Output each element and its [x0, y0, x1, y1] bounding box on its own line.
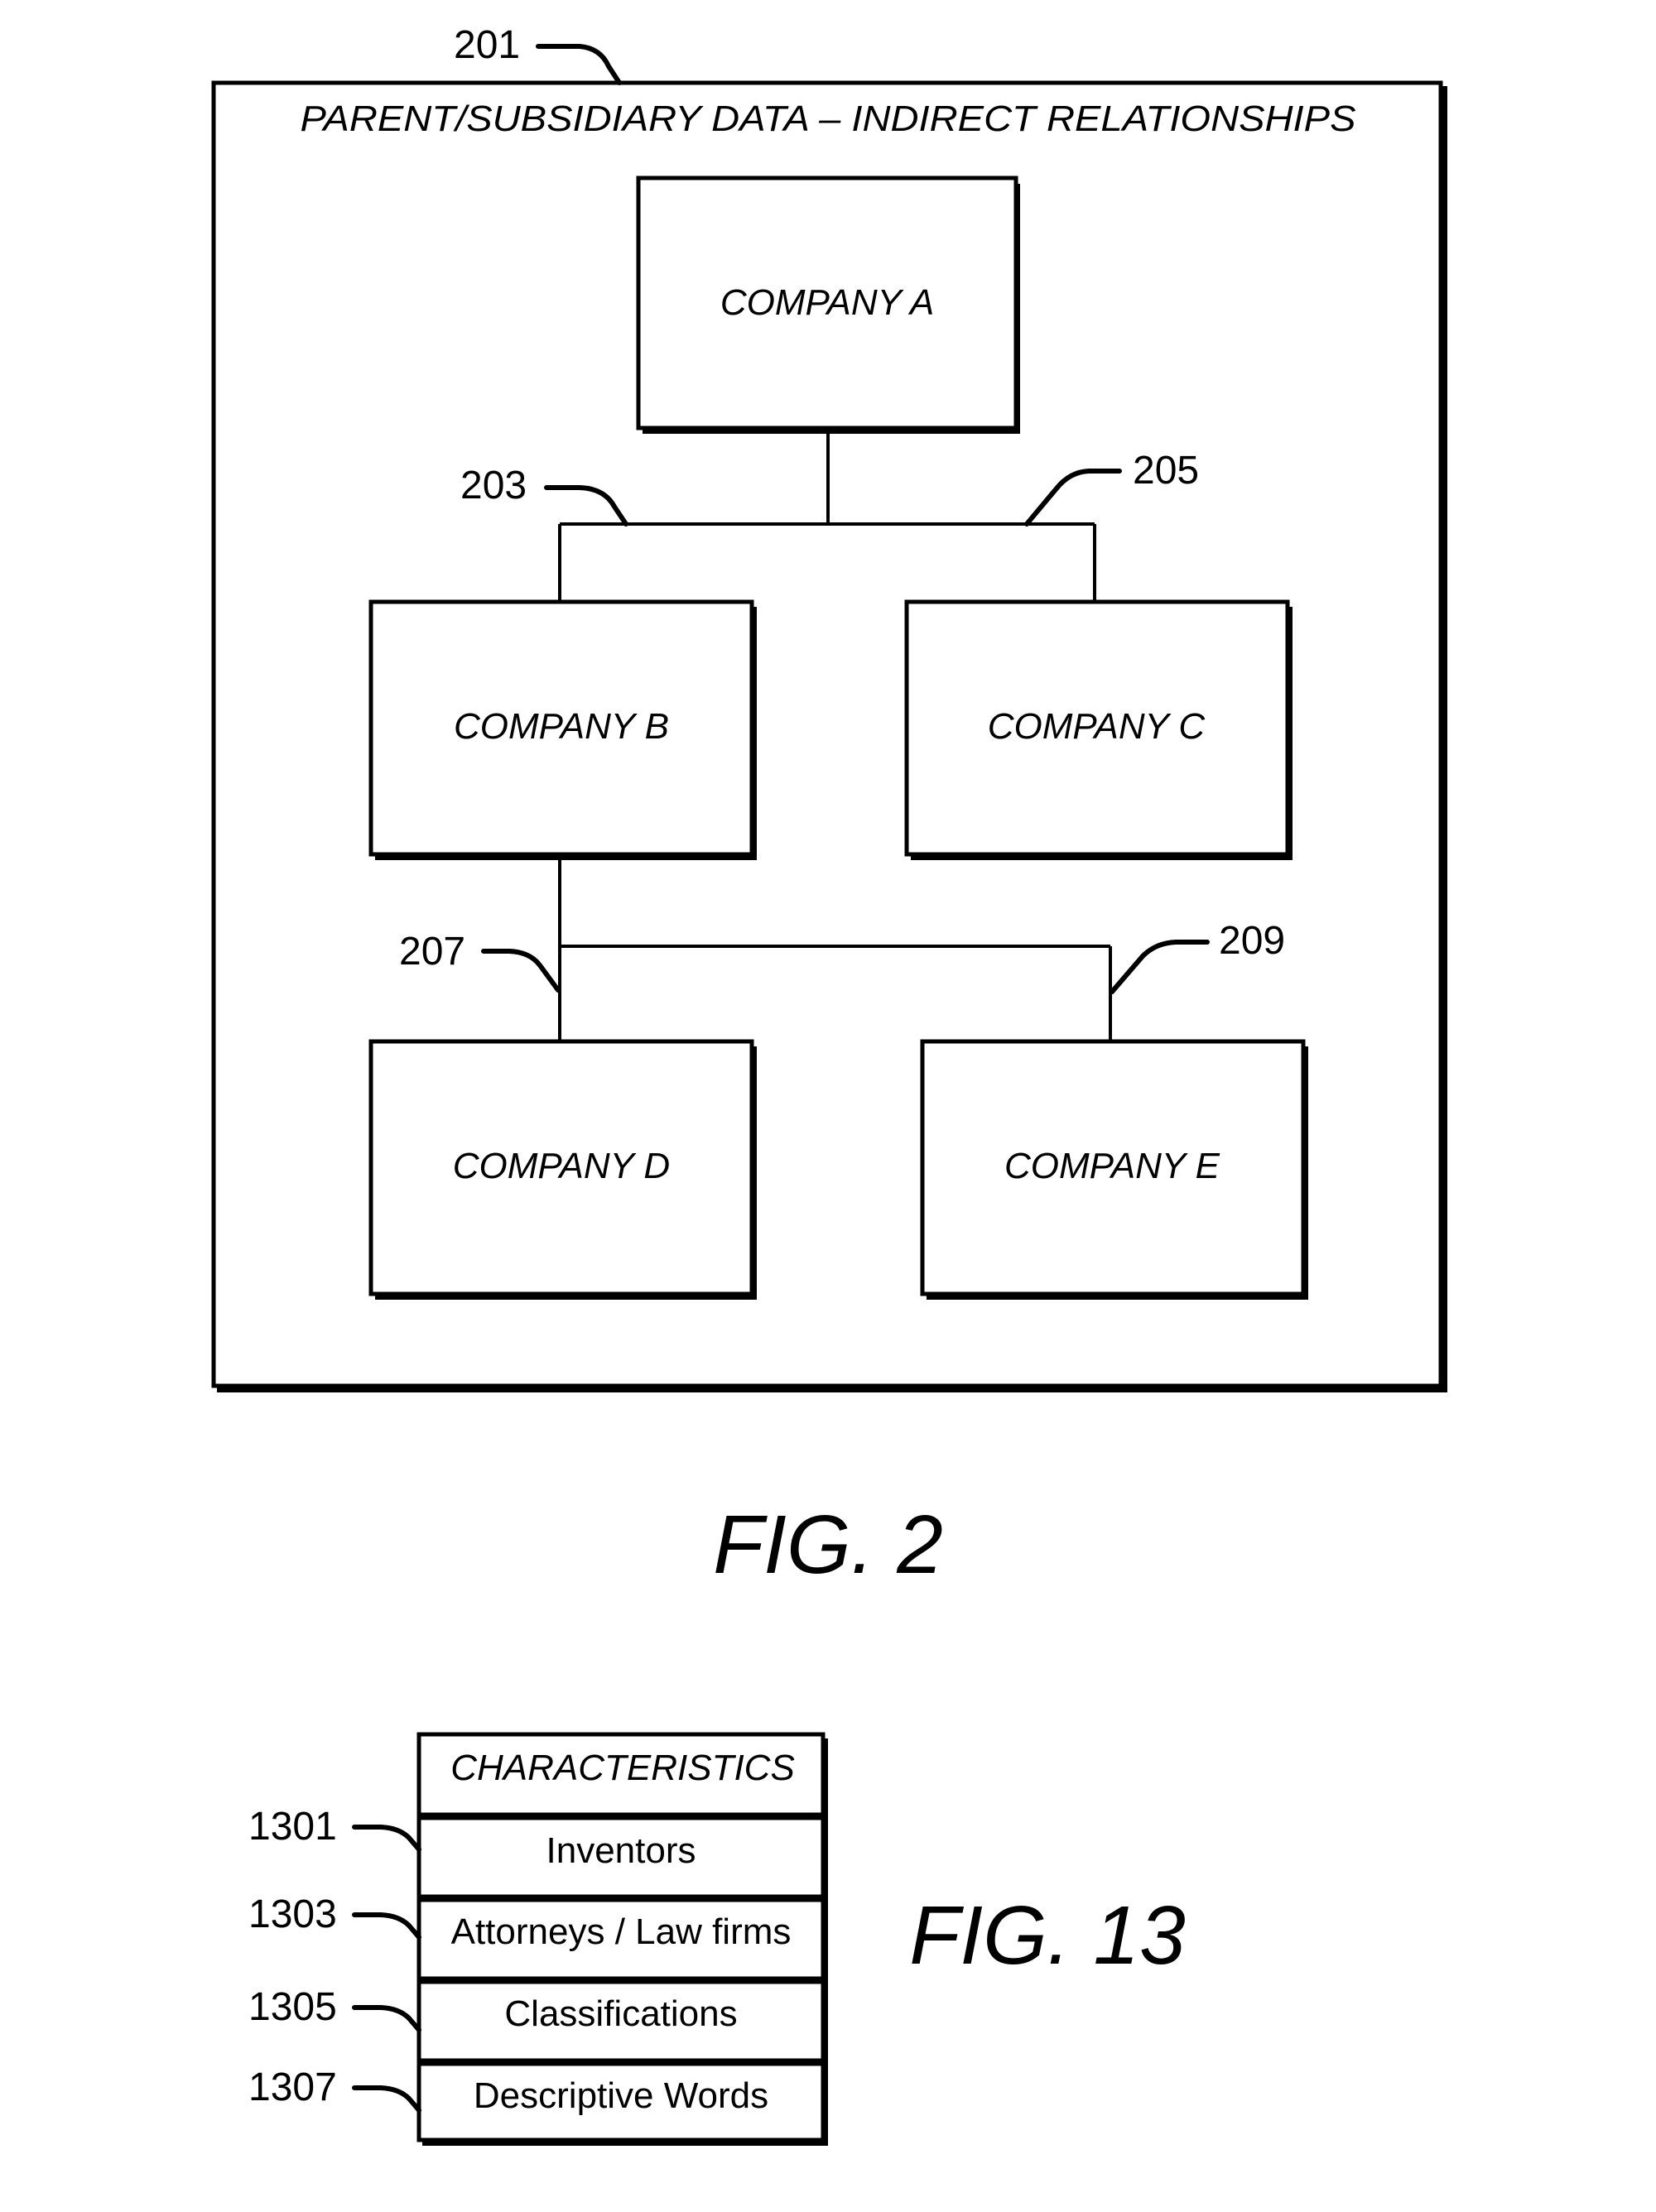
- characteristics-header: CHARACTERISTICS: [450, 1748, 795, 1788]
- leader-line-1301: [352, 1825, 421, 1852]
- row-label-inventors: Inventors: [546, 1830, 696, 1871]
- ref-label-1307: 1307: [248, 2065, 337, 2109]
- leader-line-1303: [352, 1912, 421, 1940]
- ref-label-201: 201: [454, 23, 520, 67]
- ref-label-1301: 1301: [248, 1805, 337, 1849]
- row-label-attorneys: Attorneys / Law firms: [451, 1911, 792, 1952]
- fig2-caption: FIG. 2: [713, 1498, 943, 1591]
- ref-label-203: 203: [460, 464, 527, 507]
- company-a-label: COMPANY A: [720, 282, 934, 323]
- ref-label-205: 205: [1133, 449, 1199, 493]
- ref-label-1305: 1305: [248, 1985, 337, 2029]
- fig13: CHARACTERISTICS Inventors 1301 Attorneys…: [248, 1732, 1186, 2146]
- company-b-label: COMPANY B: [454, 706, 669, 747]
- ref-label-1303: 1303: [248, 1892, 337, 1936]
- fig2: PARENT/SUBSIDIARY DATA – INDIRECT RELATI…: [211, 23, 1447, 1591]
- leader-line-1307: [352, 2085, 421, 2113]
- row-label-descriptive-words: Descriptive Words: [474, 2075, 768, 2116]
- company-e-label: COMPANY E: [1004, 1146, 1220, 1186]
- ref-label-207: 207: [399, 930, 465, 974]
- row-label-classifications: Classifications: [504, 1993, 737, 2034]
- leader-line-1305: [352, 2005, 421, 2032]
- container-title: PARENT/SUBSIDIARY DATA – INDIRECT RELATI…: [301, 99, 1356, 139]
- company-d-label: COMPANY D: [453, 1146, 670, 1186]
- fig13-caption: FIG. 13: [909, 1889, 1185, 1982]
- patent-drawing-sheet: PARENT/SUBSIDIARY DATA – INDIRECT RELATI…: [211, 23, 1447, 2146]
- leader-line-201: [536, 44, 622, 85]
- ref-label-209: 209: [1219, 919, 1285, 963]
- company-c-label: COMPANY C: [988, 706, 1206, 747]
